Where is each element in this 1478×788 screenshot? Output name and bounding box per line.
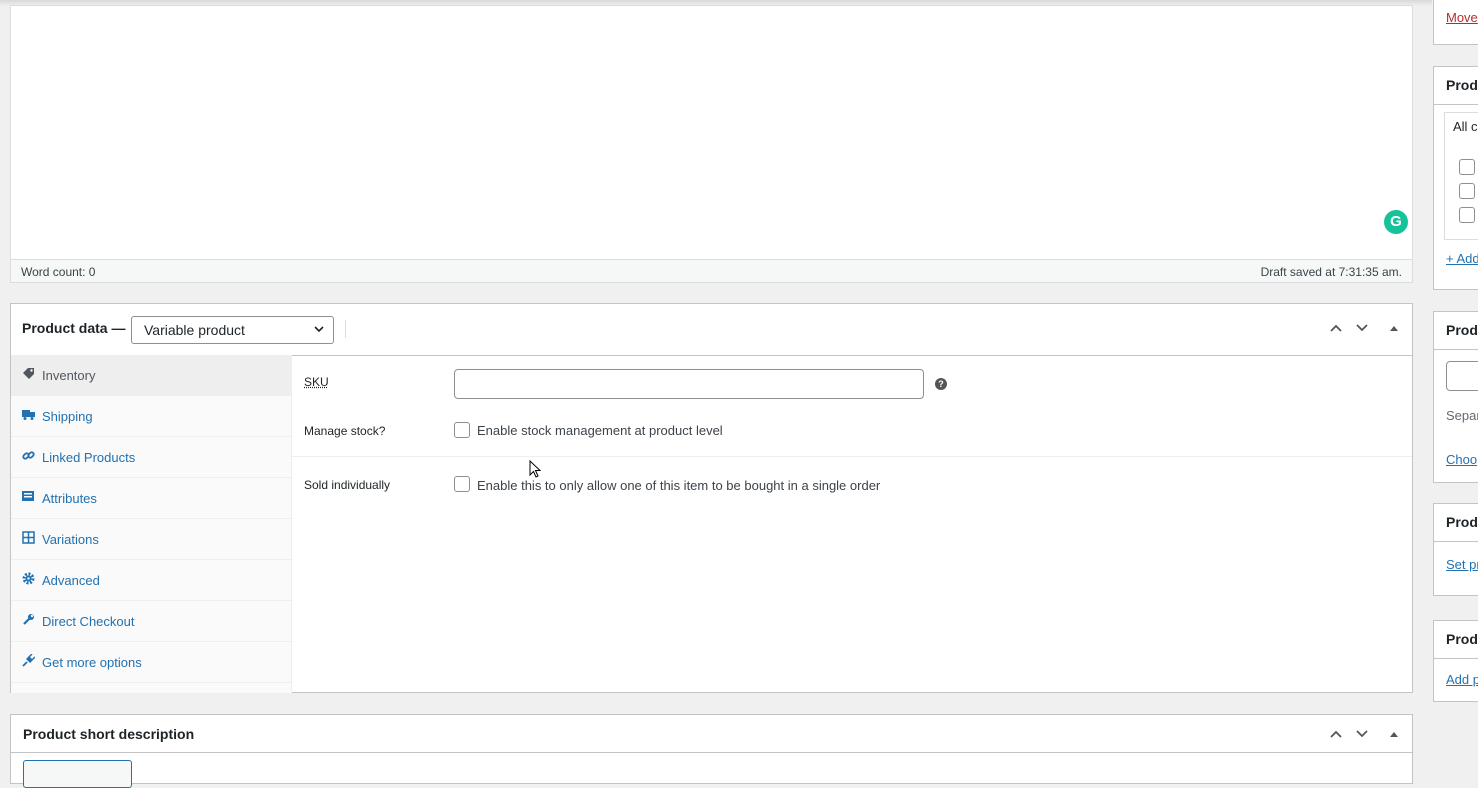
- tab-advanced[interactable]: Advanced: [11, 560, 291, 601]
- grammarly-icon[interactable]: G: [1384, 210, 1408, 234]
- product-gallery-title: Produ: [1446, 631, 1478, 647]
- truck-icon: [22, 408, 35, 421]
- move-down-icon[interactable]: [1354, 320, 1370, 339]
- product-data-title: Product data —: [22, 320, 126, 336]
- manage-stock-description: Enable stock management at product level: [477, 423, 723, 438]
- tab-get-more-options[interactable]: Get more options: [11, 642, 291, 683]
- sold-individually-description: Enable this to only allow one of this it…: [477, 478, 881, 493]
- add-gallery-images-link[interactable]: Add p: [1446, 672, 1478, 687]
- move-up-icon[interactable]: [1328, 726, 1344, 745]
- product-type-value: Variable product: [144, 322, 245, 338]
- box-divider: [1434, 349, 1478, 350]
- editor-statusbar: Word count: 0 Draft saved at 7:31:35 am.: [10, 259, 1413, 283]
- tab-label: Variations: [42, 532, 99, 547]
- choose-tags-link[interactable]: Choo: [1446, 452, 1477, 467]
- tab-shipping[interactable]: Shipping: [11, 396, 291, 437]
- box-divider: [1434, 658, 1478, 659]
- tab-label: Direct Checkout: [42, 614, 135, 629]
- wrench-icon: [22, 613, 35, 626]
- short-description-metabox: Product short description: [10, 714, 1413, 788]
- help-icon[interactable]: ?: [935, 378, 947, 390]
- categories-box: Produ All ca + Add: [1433, 66, 1478, 290]
- grid-icon: [22, 531, 35, 544]
- tags-box: Produ Separ Choo: [1433, 311, 1478, 483]
- move-down-icon[interactable]: [1354, 726, 1370, 745]
- tab-label: Attributes: [42, 491, 97, 506]
- toggle-panel-icon[interactable]: [1388, 727, 1400, 743]
- sold-individually-label: Sold individually: [304, 478, 391, 492]
- tab-label: Inventory: [42, 368, 96, 383]
- word-count: Word count: 0: [21, 265, 96, 279]
- header-divider: [11, 752, 1412, 753]
- tags-hint: Separ: [1446, 408, 1478, 423]
- sku-label: SKU: [304, 375, 329, 389]
- category-checkbox[interactable]: [1459, 207, 1475, 223]
- box-divider: [1434, 104, 1478, 105]
- draft-saved-status: Draft saved at 7:31:35 am.: [1260, 265, 1402, 279]
- publish-box: Move: [1433, 0, 1478, 45]
- category-checkbox[interactable]: [1459, 159, 1475, 175]
- tab-inventory[interactable]: Inventory: [11, 355, 291, 396]
- sold-individually-checkbox[interactable]: [454, 476, 470, 492]
- categories-title: Produ: [1446, 77, 1478, 93]
- list-icon: [22, 490, 35, 503]
- product-data-header: Product data — Variable product: [11, 304, 1412, 356]
- tab-direct-checkout[interactable]: Direct Checkout: [11, 601, 291, 642]
- move-to-trash-link[interactable]: Move: [1446, 10, 1478, 25]
- content-editor[interactable]: [10, 5, 1413, 283]
- category-checkbox[interactable]: [1459, 183, 1475, 199]
- product-data-metabox: Product data — Variable product Inventor…: [10, 303, 1413, 693]
- tab-label: Get more options: [42, 655, 142, 670]
- chevron-down-icon: [313, 317, 325, 352]
- move-up-icon[interactable]: [1328, 320, 1344, 339]
- sku-input[interactable]: [454, 369, 924, 399]
- header-divider: [345, 320, 346, 338]
- tag-input[interactable]: [1446, 361, 1478, 391]
- tags-title: Produ: [1446, 322, 1478, 338]
- tab-label: Advanced: [42, 573, 100, 588]
- tab-variations[interactable]: Variations: [11, 519, 291, 560]
- manage-stock-label: Manage stock?: [304, 424, 386, 438]
- add-media-button[interactable]: [23, 760, 132, 788]
- mouse-cursor-icon: [529, 459, 542, 478]
- tab-linked-products[interactable]: Linked Products: [11, 437, 291, 478]
- plugin-icon: [22, 653, 36, 667]
- product-data-tabs: Inventory Shipping Linked Products Attri…: [11, 355, 292, 693]
- product-gallery-box: Produ Add p: [1433, 620, 1478, 702]
- product-image-box: Produ Set pr: [1433, 503, 1478, 596]
- tab-label: Shipping: [42, 409, 93, 424]
- link-icon: [22, 449, 35, 462]
- all-categories-tab[interactable]: All ca: [1453, 119, 1478, 134]
- gear-icon: [22, 572, 35, 585]
- set-product-image-link[interactable]: Set pr: [1446, 557, 1478, 572]
- short-description-title: Product short description: [23, 726, 195, 742]
- box-divider: [1434, 541, 1478, 542]
- manage-stock-checkbox[interactable]: [454, 422, 470, 438]
- add-category-link[interactable]: + Add: [1446, 251, 1478, 266]
- product-type-select[interactable]: Variable product: [131, 316, 334, 344]
- product-image-title: Produ: [1446, 514, 1478, 530]
- tag-icon: [22, 367, 35, 380]
- toggle-panel-icon[interactable]: [1388, 321, 1400, 337]
- tab-attributes[interactable]: Attributes: [11, 478, 291, 519]
- tab-label: Linked Products: [42, 450, 136, 465]
- panel-divider: [292, 456, 1412, 457]
